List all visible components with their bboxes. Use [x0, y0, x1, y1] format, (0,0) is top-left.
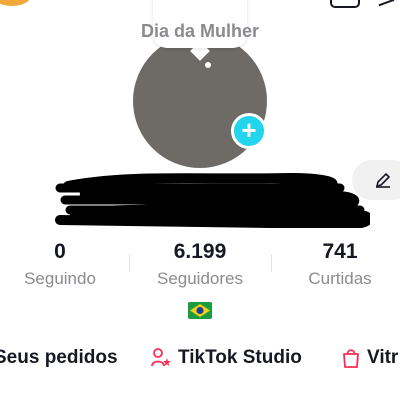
link-orders[interactable]: Seus pedidos [0, 346, 118, 370]
brazil-flag-icon [188, 302, 212, 319]
link-orders-label: Seus pedidos [0, 347, 118, 368]
stat-followers[interactable]: 6.199 Seguidores [140, 240, 260, 290]
quick-links-row: Seus pedidos TikTok Studio Vitr [0, 346, 400, 372]
studio-icon [151, 348, 171, 367]
stat-label: Curtidas [308, 269, 372, 288]
stat-label: Seguidores [156, 269, 243, 288]
stat-divider [129, 254, 130, 272]
top-left-avatar-icon[interactable] [0, 0, 32, 6]
plus-icon: + [241, 115, 257, 145]
stat-value: 0 [54, 240, 66, 263]
inbox-icon[interactable] [330, 0, 360, 8]
profile-note-bubble[interactable]: Dia da Mulher [141, 0, 259, 48]
link-tiktok-studio[interactable]: TikTok Studio [150, 346, 302, 370]
stat-value: 741 [322, 240, 358, 263]
profile-note-text: Dia da Mulher [140, 21, 260, 41]
add-story-button[interactable]: + [231, 113, 267, 149]
share-icon[interactable] [374, 0, 400, 8]
link-showcase-label: Vitr [367, 347, 399, 368]
shopping-bag-icon [343, 349, 359, 368]
redacted-username [55, 172, 370, 228]
stat-label: Seguindo [24, 269, 96, 288]
link-showcase[interactable]: Vitr [341, 346, 398, 370]
pencil-icon [376, 173, 390, 188]
link-studio-label: TikTok Studio [178, 347, 302, 368]
profile-screen: Dia da Mulher + 0 Seguindo 6.199 Seguido… [0, 0, 400, 400]
stat-divider [271, 254, 272, 272]
stat-value: 6.199 [173, 240, 227, 263]
stat-likes[interactable]: 741 Curtidas [290, 240, 390, 290]
stat-following[interactable]: 0 Seguindo [12, 240, 108, 290]
top-right-actions [330, 0, 400, 8]
note-dot [205, 62, 211, 68]
profile-stats: 0 Seguindo 6.199 Seguidores 741 Curtidas [0, 240, 400, 290]
